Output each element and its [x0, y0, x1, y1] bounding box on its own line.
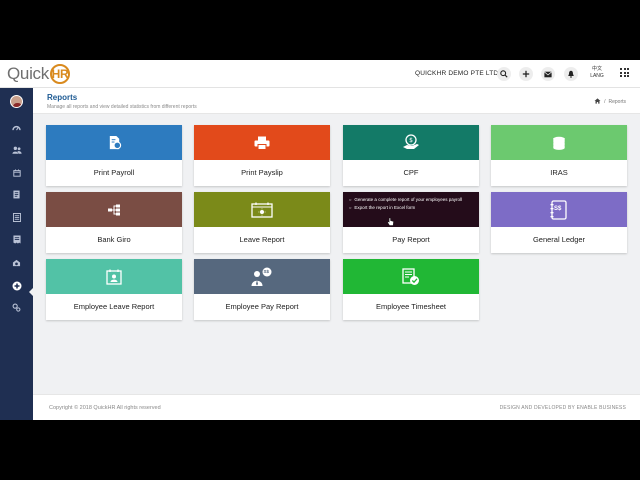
card-print-payslip-header	[194, 125, 330, 160]
card-label: Employee Leave Report	[73, 302, 155, 311]
credit-text: DESIGN AND DEVELOPED BY ENABLE BUSINESS	[499, 405, 626, 411]
card-print-payslip[interactable]: Print Payslip	[194, 125, 330, 186]
page-subtitle: Manage all reports and view detailed sta…	[47, 104, 197, 110]
tooltip-line: Export the report in Excel form	[349, 205, 415, 210]
plus-icon[interactable]	[519, 67, 533, 81]
app-screen: Quick HR QUICKHR DEMO PTE LTD 中文 LANG Re…	[0, 60, 640, 420]
card-label: IRAS	[550, 168, 568, 177]
users-icon[interactable]	[11, 144, 22, 155]
employee-pay-currency: S$	[263, 268, 270, 274]
svg-text:$: $	[409, 137, 413, 144]
avatar[interactable]	[10, 95, 23, 108]
card-leave-report[interactable]: Leave Report	[194, 192, 330, 253]
logo-badge: HR	[49, 64, 70, 84]
money-icon[interactable]	[11, 257, 22, 268]
quickhr-logo[interactable]: Quick HR	[7, 64, 70, 84]
apps-grid-icon[interactable]	[620, 68, 629, 77]
page-title: Reports	[47, 93, 78, 102]
card-label: Bank Giro	[97, 235, 131, 244]
tooltip-line: Generate a complete report of your emplo…	[349, 197, 462, 202]
settings-icon[interactable]	[11, 302, 22, 313]
card-bank-giro-header	[46, 192, 182, 227]
home-icon[interactable]	[594, 98, 601, 106]
copyright-text: Copyright © 2018 QuickHR All rights rese…	[49, 405, 161, 411]
card-label: Employee Timesheet	[375, 302, 447, 311]
card-label: Pay Report	[392, 235, 430, 244]
breadcrumb-separator: /	[604, 99, 606, 105]
hand-cursor-icon	[387, 217, 394, 226]
card-cpf[interactable]: $ CPF	[343, 125, 479, 186]
footer: Copyright © 2018 QuickHR All rights rese…	[33, 394, 640, 420]
card-label: Print Payroll	[93, 168, 135, 177]
card-bank-giro[interactable]: Bank Giro	[46, 192, 182, 253]
logo-text: Quick	[7, 64, 49, 83]
calendar-icon[interactable]	[11, 167, 22, 178]
card-print-payroll-header	[46, 125, 182, 160]
printer-icon	[254, 136, 270, 150]
card-label: Print Payslip	[241, 168, 283, 177]
card-leave-report-header	[194, 192, 330, 227]
card-label: CPF	[403, 168, 419, 177]
timesheet-icon	[402, 267, 420, 286]
card-cpf-header: $	[343, 125, 479, 160]
payroll-icon	[107, 135, 122, 150]
ledger-icon: S$	[550, 199, 568, 220]
bell-icon[interactable]	[564, 67, 578, 81]
top-bar: Quick HR QUICKHR DEMO PTE LTD 中文 LANG	[0, 60, 640, 88]
reports-icon[interactable]	[11, 280, 22, 291]
card-employee-timesheet[interactable]: Employee Timesheet	[343, 259, 479, 320]
ledger-currency: S$	[554, 205, 562, 212]
card-print-payroll[interactable]: Print Payroll	[46, 125, 182, 186]
leave-calendar-icon	[251, 202, 273, 218]
card-iras[interactable]: IRAS	[491, 125, 627, 186]
sidebar	[0, 88, 33, 420]
active-indicator	[29, 288, 33, 296]
card-employee-pay-report-header: S$	[194, 259, 330, 294]
company-name[interactable]: QUICKHR DEMO PTE LTD	[415, 70, 498, 77]
card-employee-leave-report-header	[46, 259, 182, 294]
card-pay-report-header: Generate a complete report of your emplo…	[343, 192, 479, 227]
card-pay-report[interactable]: Generate a complete report of your emplo…	[343, 192, 479, 253]
hierarchy-icon	[107, 204, 121, 216]
employee-calendar-icon	[106, 269, 122, 285]
mail-icon[interactable]	[541, 67, 555, 81]
card-label: Employee Pay Report	[225, 302, 299, 311]
cpf-icon: $	[402, 133, 420, 152]
lang-label: LANG	[590, 73, 604, 79]
card-iras-header	[491, 125, 627, 160]
card-employee-timesheet-header	[343, 259, 479, 294]
card-employee-pay-report[interactable]: S$ Employee Pay Report	[194, 259, 330, 320]
lang-native: 中文	[591, 66, 602, 72]
document-list-icon[interactable]	[11, 212, 22, 223]
search-icon[interactable]	[497, 67, 511, 81]
breadcrumb: / Reports	[594, 98, 626, 106]
card-general-ledger[interactable]: S$ General Ledger	[491, 192, 627, 253]
card-employee-leave-report[interactable]: Employee Leave Report	[46, 259, 182, 320]
coin-stack-icon	[552, 136, 566, 150]
card-general-ledger-header: S$	[491, 192, 627, 227]
card-label: General Ledger	[532, 235, 586, 244]
language-switcher[interactable]: 中文 LANG	[589, 66, 605, 80]
page-header: Reports Manage all reports and view deta…	[33, 88, 640, 114]
breadcrumb-current: Reports	[608, 99, 626, 105]
document-icon[interactable]	[11, 189, 22, 200]
employee-pay-icon: S$	[251, 267, 273, 287]
card-label: Leave Report	[239, 235, 285, 244]
dashboard-icon[interactable]	[11, 122, 22, 133]
payslip-icon[interactable]	[11, 234, 22, 245]
